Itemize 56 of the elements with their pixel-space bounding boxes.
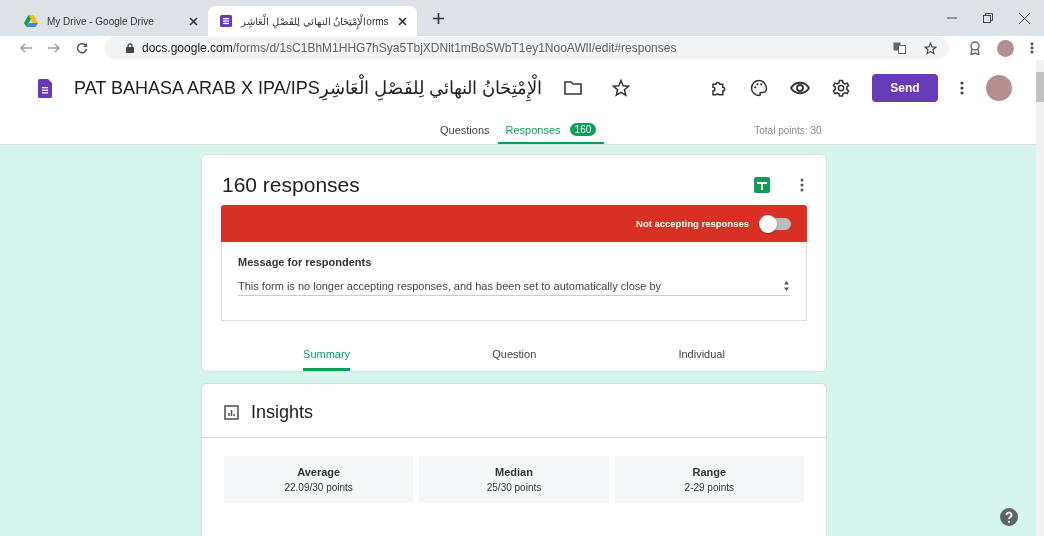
new-tab-icon[interactable] [432,12,444,24]
drive-icon [24,15,38,27]
badge-icon[interactable] [969,41,981,55]
help-icon[interactable] [1000,508,1018,526]
close-icon[interactable] [1019,12,1030,24]
stat-label: Average [297,466,341,478]
tab-title: My Drive - Google Drive [47,15,155,27]
message-label: Message for respondents [238,256,373,268]
form-icon [220,15,232,27]
close-icon[interactable] [189,16,198,26]
responses-heading: 160 responses [222,173,360,197]
folder-icon[interactable] [563,81,582,95]
restore-icon[interactable] [983,13,993,23]
reload-icon[interactable] [76,42,88,54]
more-icon[interactable] [800,178,804,192]
tab-label: Questions [440,123,490,136]
spinner-icon[interactable] [783,280,790,292]
browser-tab[interactable]: My Drive - Google Drive [12,6,208,36]
stat-value: 22.09/30 points [284,482,353,493]
settings-icon[interactable] [832,79,850,97]
spreadsheet-icon[interactable] [754,177,770,193]
view-tab[interactable]: Question [492,348,537,371]
browser-tab[interactable]: الْإِمْتِحَانُ النهائي لِلفَصْلِ الْعَاشِرorms [208,6,417,36]
view-tab[interactable]: Summary [303,348,351,371]
star-icon[interactable] [611,79,630,97]
count-badge: 160 [569,123,597,136]
insights-heading: Insights [251,402,314,423]
accepting-toggle[interactable] [761,217,791,230]
scrollbar[interactable] [1036,60,1044,536]
stat-value: 2-29 points [684,482,735,493]
avatar[interactable] [997,39,1014,57]
view-tab[interactable]: Individual [678,348,725,371]
total-points: Total points: 30 [754,125,822,138]
more-icon[interactable] [1030,42,1034,54]
star-icon[interactable] [924,41,937,55]
stat-label: Range [692,466,727,478]
form-tab[interactable]: Questions [432,123,498,144]
form-icon[interactable] [38,78,52,98]
back-icon[interactable] [20,43,32,53]
avatar[interactable] [986,75,1012,101]
accepting-label: Not accepting responses [636,218,749,229]
lock-icon [126,43,134,53]
more-icon[interactable] [960,81,964,95]
address-field[interactable]: docs.google.com/forms/d/1sC1BhM1HHG7hSya5TbjXDNit1mBoSWbT1ey1NooAWlI/edit#responses [104,37,949,59]
palette-icon[interactable] [750,79,768,97]
translate-icon[interactable] [893,42,906,54]
chart-icon [224,405,239,420]
forward-icon[interactable] [48,43,60,53]
stat-label: Median [495,466,533,478]
eye-icon[interactable] [790,81,810,95]
send-button[interactable]: Send [872,74,938,102]
message-field[interactable]: This form is no longer accepting responses, and has been set to automatically close by [238,280,790,296]
puzzle-icon[interactable] [710,79,728,97]
close-icon[interactable] [397,16,407,26]
stat-value: 25/30 points [486,482,542,493]
tab-label: Responses [505,123,561,136]
